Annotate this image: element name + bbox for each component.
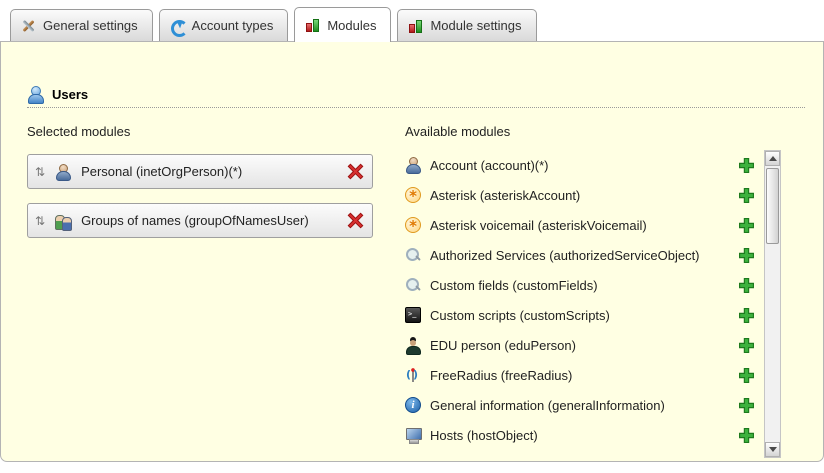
available-module-row: Asterisk voicemail (asteriskVoicemail) (405, 210, 781, 240)
group-icon (55, 213, 71, 229)
delete-icon (347, 163, 364, 180)
tab-general-settings[interactable]: General settings (10, 9, 153, 41)
add-icon (738, 157, 755, 174)
magnifier-icon (405, 277, 421, 293)
add-icon (738, 217, 755, 234)
section-header: Users (27, 86, 823, 102)
remove-module-button[interactable] (346, 163, 364, 181)
module-settings-icon (407, 18, 423, 34)
available-module-label: Custom scripts (customScripts) (430, 308, 737, 323)
selected-module-label: Personal (inetOrgPerson)(*) (81, 164, 346, 179)
edu-person-icon (405, 337, 421, 353)
tools-icon (20, 18, 36, 34)
selected-modules-heading: Selected modules (27, 124, 377, 140)
available-module-row: Hosts (hostObject) (405, 420, 781, 450)
selected-module-row: Personal (inetOrgPerson)(*) (27, 154, 373, 189)
modules-columns: Selected modules Personal (inetOrgPerson… (27, 124, 823, 450)
tab-bar: General settings Account types Modules M… (0, 0, 824, 41)
users-icon (27, 86, 43, 102)
remove-module-button[interactable] (346, 212, 364, 230)
section-divider (27, 107, 805, 108)
arrow-up-icon (769, 152, 777, 161)
content-panel: Users Selected modules Personal (inetOrg… (0, 41, 824, 462)
add-icon (738, 187, 755, 204)
available-module-label: Asterisk voicemail (asteriskVoicemail) (430, 218, 737, 233)
available-module-label: EDU person (eduPerson) (430, 338, 737, 353)
computer-icon (405, 427, 421, 443)
tab-label: General settings (43, 18, 138, 33)
add-module-button[interactable] (737, 186, 755, 204)
lam-configuration-window: General settings Account types Modules M… (0, 0, 824, 473)
tab-modules[interactable]: Modules (294, 7, 391, 42)
add-icon (738, 247, 755, 264)
tab-account-types[interactable]: Account types (159, 9, 289, 41)
tab-label: Modules (327, 18, 376, 33)
available-module-label: Custom fields (customFields) (430, 278, 737, 293)
tab-module-settings[interactable]: Module settings (397, 9, 536, 41)
available-module-label: Authorized Services (authorizedServiceOb… (430, 248, 737, 263)
add-icon (738, 277, 755, 294)
tab-label: Module settings (430, 18, 521, 33)
sync-icon (169, 18, 185, 34)
add-module-button[interactable] (737, 156, 755, 174)
available-modules-heading: Available modules (405, 124, 781, 140)
available-module-row: Custom scripts (customScripts) (405, 300, 781, 330)
available-module-label: Account (account)(*) (430, 158, 737, 173)
add-module-button[interactable] (737, 216, 755, 234)
selected-modules-column: Selected modules Personal (inetOrgPerson… (27, 124, 377, 450)
add-icon (738, 367, 755, 384)
drag-handle-icon[interactable] (35, 215, 45, 227)
asterisk-icon (405, 187, 421, 203)
arrow-down-icon (769, 447, 777, 456)
available-module-label: Asterisk (asteriskAccount) (430, 188, 737, 203)
available-module-row: General information (generalInformation) (405, 390, 781, 420)
person-icon (405, 157, 421, 173)
available-module-row: Authorized Services (authorizedServiceOb… (405, 240, 781, 270)
selected-module-label: Groups of names (groupOfNamesUser) (81, 213, 346, 228)
selected-module-row: Groups of names (groupOfNamesUser) (27, 203, 373, 238)
terminal-icon (405, 307, 421, 323)
tab-label: Account types (192, 18, 274, 33)
add-module-button[interactable] (737, 366, 755, 384)
available-module-row: Asterisk (asteriskAccount) (405, 180, 781, 210)
add-module-button[interactable] (737, 246, 755, 264)
scrollbar[interactable] (764, 150, 781, 458)
delete-icon (347, 212, 364, 229)
add-icon (738, 397, 755, 414)
available-module-row: EDU person (eduPerson) (405, 330, 781, 360)
scroll-up-button[interactable] (765, 151, 780, 166)
available-modules-column: Available modules Account (account)(*) A… (405, 124, 781, 450)
available-module-row: Custom fields (customFields) (405, 270, 781, 300)
available-module-label: FreeRadius (freeRadius) (430, 368, 737, 383)
scroll-down-button[interactable] (765, 442, 780, 457)
add-icon (738, 337, 755, 354)
antenna-icon (405, 367, 421, 383)
add-module-button[interactable] (737, 276, 755, 294)
section-title: Users (52, 87, 88, 102)
available-modules-list: Account (account)(*) Asterisk (asteriskA… (405, 150, 781, 450)
add-module-button[interactable] (737, 306, 755, 324)
drag-handle-icon[interactable] (35, 166, 45, 178)
available-module-label: Hosts (hostObject) (430, 428, 737, 443)
add-module-button[interactable] (737, 426, 755, 444)
add-module-button[interactable] (737, 336, 755, 354)
magnifier-icon (405, 247, 421, 263)
available-module-label: General information (generalInformation) (430, 398, 737, 413)
available-module-row: Account (account)(*) (405, 150, 781, 180)
info-icon (405, 397, 421, 413)
available-module-row: FreeRadius (freeRadius) (405, 360, 781, 390)
modules-icon (304, 17, 320, 33)
add-icon (738, 307, 755, 324)
add-module-button[interactable] (737, 396, 755, 414)
scrollbar-thumb[interactable] (766, 168, 779, 244)
person-icon (55, 164, 71, 180)
asterisk-icon (405, 217, 421, 233)
add-icon (738, 427, 755, 444)
